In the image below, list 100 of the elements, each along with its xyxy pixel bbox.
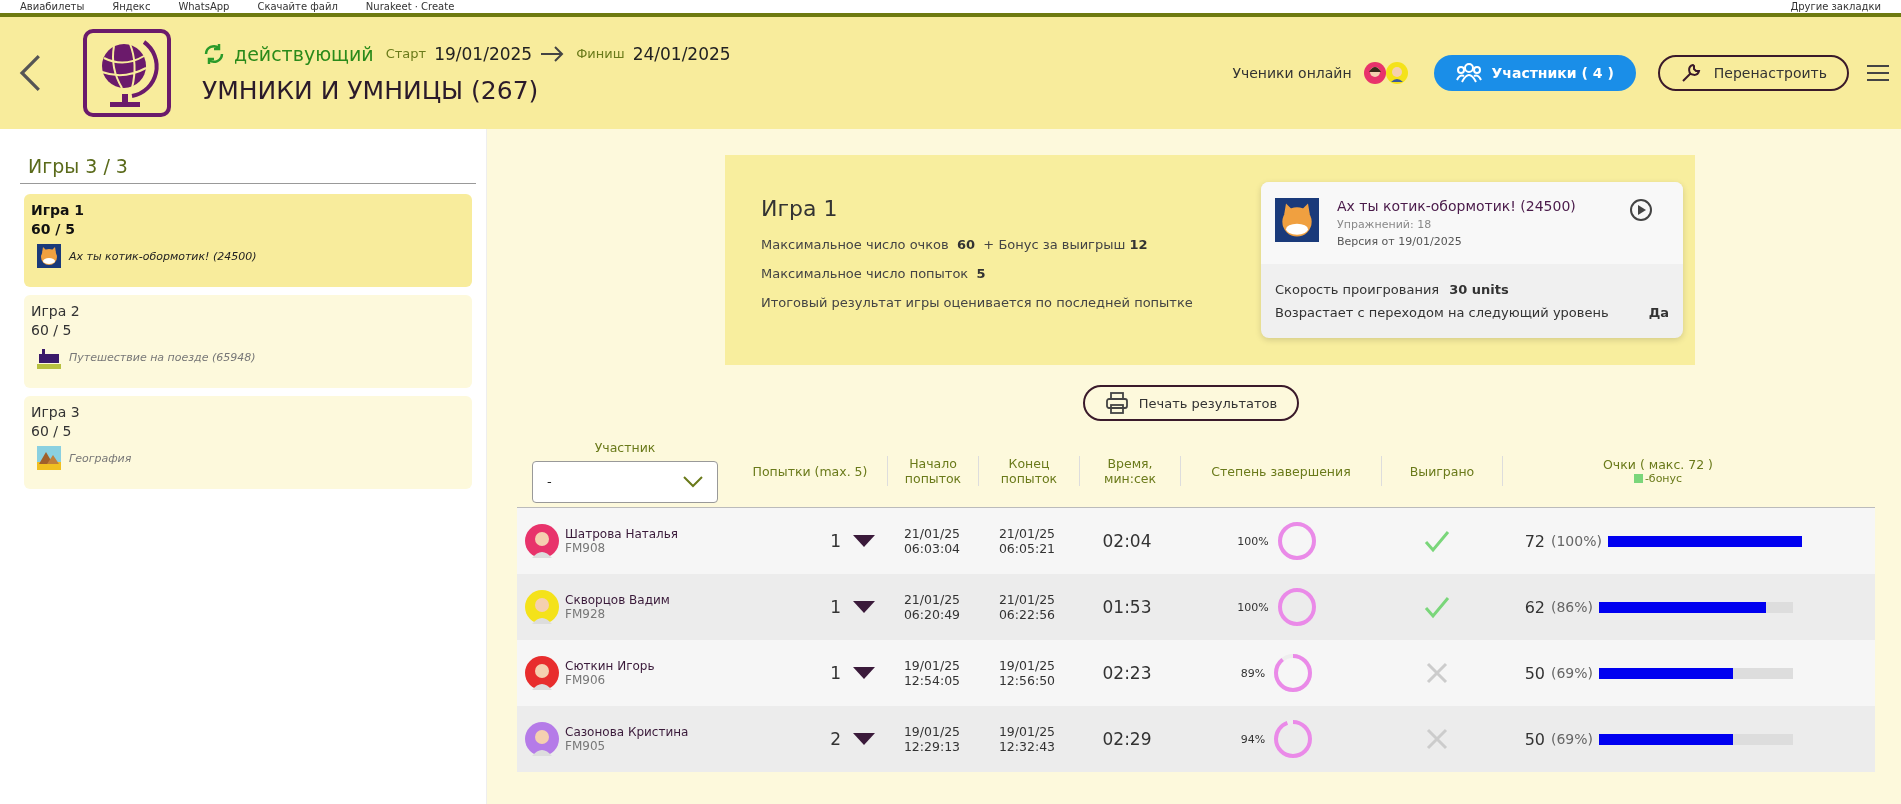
score-percent: (69%) bbox=[1551, 665, 1594, 681]
completion-percent: 89% bbox=[1240, 666, 1266, 680]
menu-icon[interactable] bbox=[1867, 64, 1889, 82]
attempts-count: 1 bbox=[830, 531, 841, 551]
start-date: 19/01/2025 bbox=[434, 43, 533, 64]
bookmark-link[interactable]: Nurakeet · Create bbox=[365, 0, 455, 13]
participant-code: FM928 bbox=[565, 607, 607, 621]
completion-percent: 100% bbox=[1237, 600, 1269, 614]
attempts-count: 2 bbox=[830, 729, 841, 749]
game-name: Игра 3 bbox=[31, 404, 81, 420]
avatar-icon bbox=[525, 524, 559, 558]
recycle-icon bbox=[202, 41, 226, 66]
page-title: УМНИКИ И УМНИЦЫ (267) bbox=[202, 75, 540, 105]
avatar-icon bbox=[1363, 62, 1386, 84]
sidebar-title: Игры 3 / 3 bbox=[20, 147, 476, 184]
bonus-legend-icon bbox=[1633, 474, 1643, 483]
score-percent: (86%) bbox=[1551, 599, 1594, 615]
bookmark-link[interactable]: Авиабилеты bbox=[20, 0, 85, 13]
participant-code: FM908 bbox=[565, 541, 607, 555]
start-date: 19/01/25 bbox=[903, 724, 961, 739]
game-list-item[interactable]: Игра 1 60 / 5 Ах ты котик-обормотик! (24500) bbox=[24, 194, 472, 287]
end-date: 21/01/25 bbox=[998, 592, 1056, 607]
exercise-count: Упражнений: 18 bbox=[1337, 218, 1433, 231]
printer-icon bbox=[1104, 391, 1129, 415]
info-text: Максимальное число очков 60 + Бонус за выигрыш 12 bbox=[761, 237, 1149, 252]
finish-label: Финиш bbox=[576, 46, 625, 61]
bookmark-link[interactable]: Другие закладки bbox=[1790, 0, 1881, 13]
participant-code: FM905 bbox=[565, 739, 607, 753]
completion-ring bbox=[1276, 587, 1317, 627]
game-title: Игра 1 bbox=[761, 196, 839, 221]
card-title: Ах ты котик-обормотик! (24500) bbox=[1337, 198, 1577, 214]
speed-value: 30 units bbox=[1449, 282, 1509, 297]
end-date: 19/01/25 bbox=[998, 658, 1056, 673]
score: 72 bbox=[1523, 531, 1545, 551]
bonus-legend: -бонус bbox=[1644, 472, 1683, 485]
bookmark-link[interactable]: WhatsApp bbox=[178, 0, 230, 13]
score: 50 bbox=[1523, 729, 1545, 749]
end-date: 21/01/25 bbox=[998, 526, 1056, 541]
start-date: 21/01/25 bbox=[903, 526, 961, 541]
game-score: 60 / 5 bbox=[31, 221, 77, 237]
reconfigure-button[interactable]: Перенастроить bbox=[1657, 55, 1849, 91]
arrow-right-icon bbox=[540, 45, 565, 62]
duration: 01:53 bbox=[1102, 597, 1152, 617]
participant-name: Шатрова Наталья bbox=[565, 527, 680, 541]
game-title: Путешествие на поезде (65948) bbox=[69, 350, 256, 364]
avatar-icon bbox=[525, 590, 559, 624]
print-button[interactable]: Печать результатов bbox=[1082, 385, 1300, 421]
attempts-count: 1 bbox=[830, 597, 841, 617]
column-header: Начало попыток bbox=[903, 456, 963, 486]
column-header: Степень завершения bbox=[1211, 463, 1351, 479]
completion-ring bbox=[1273, 653, 1314, 693]
avatar-icon bbox=[525, 722, 559, 756]
info-text: Итоговый результат игры оценивается по последней попытке bbox=[761, 295, 1193, 310]
completion-percent: 94% bbox=[1240, 732, 1266, 746]
start-time: 12:54:05 bbox=[903, 673, 961, 688]
start-label: Старт bbox=[385, 46, 427, 61]
bookmark-link[interactable]: Яндекс bbox=[112, 0, 151, 13]
pyramids-icon bbox=[37, 446, 61, 470]
level-growth-value: Да bbox=[1648, 305, 1669, 320]
caret-down-icon[interactable] bbox=[853, 733, 875, 745]
participant-name: Сюткин Игорь bbox=[565, 659, 656, 673]
completion-ring bbox=[1273, 719, 1314, 759]
start-date: 21/01/25 bbox=[903, 592, 961, 607]
online-label: Ученики онлайн bbox=[1232, 65, 1352, 81]
game-score: 60 / 5 bbox=[31, 423, 73, 439]
globe-logo-icon bbox=[82, 28, 172, 118]
info-text: Максимальное число попыток 5 bbox=[761, 266, 987, 281]
game-name: Игра 2 bbox=[31, 303, 81, 319]
start-time: 12:29:13 bbox=[903, 739, 961, 754]
game-list-item[interactable]: Игра 3 60 / 5 География bbox=[24, 396, 472, 489]
participant-select[interactable]: - bbox=[532, 460, 718, 503]
finish-date: 24/01/2025 bbox=[632, 43, 731, 64]
column-header: Выиграно bbox=[1409, 463, 1475, 479]
end-time: 12:32:43 bbox=[998, 739, 1056, 754]
back-icon[interactable] bbox=[18, 53, 42, 93]
avatar-icon bbox=[1385, 62, 1408, 84]
caret-down-icon[interactable] bbox=[853, 601, 875, 613]
column-header: Время, мин:сек bbox=[1102, 456, 1158, 486]
people-icon bbox=[1455, 62, 1482, 84]
end-date: 19/01/25 bbox=[998, 724, 1056, 739]
caret-down-icon[interactable] bbox=[853, 667, 875, 679]
bookmark-link[interactable]: Скачайте файл bbox=[257, 0, 338, 13]
avatar-icon bbox=[525, 656, 559, 690]
start-date: 19/01/25 bbox=[903, 658, 961, 673]
column-header: Очки ( макс. 72 ) bbox=[1603, 457, 1713, 472]
game-score: 60 / 5 bbox=[31, 322, 73, 338]
participant-name: Сазонова Кристина bbox=[565, 725, 690, 739]
game-list-item[interactable]: Игра 2 60 / 5 Путешествие на поезде (65948) bbox=[24, 295, 472, 388]
level-growth-label: Возрастает с переходом на следующий уровень bbox=[1275, 305, 1609, 320]
game-title: Ах ты котик-обормотик! (24500) bbox=[69, 249, 257, 263]
version-text: Версия от 19/01/2025 bbox=[1337, 235, 1463, 248]
participant-name: Скворцов Вадим bbox=[565, 593, 671, 607]
start-time: 06:20:49 bbox=[903, 607, 961, 622]
end-time: 06:05:21 bbox=[998, 541, 1056, 556]
play-icon[interactable] bbox=[1629, 198, 1653, 222]
caret-down-icon[interactable] bbox=[853, 535, 875, 547]
game-name: Игра 1 bbox=[31, 202, 86, 218]
cat-icon bbox=[37, 244, 61, 268]
completion-ring bbox=[1276, 521, 1317, 561]
end-time: 12:56:50 bbox=[998, 673, 1056, 688]
